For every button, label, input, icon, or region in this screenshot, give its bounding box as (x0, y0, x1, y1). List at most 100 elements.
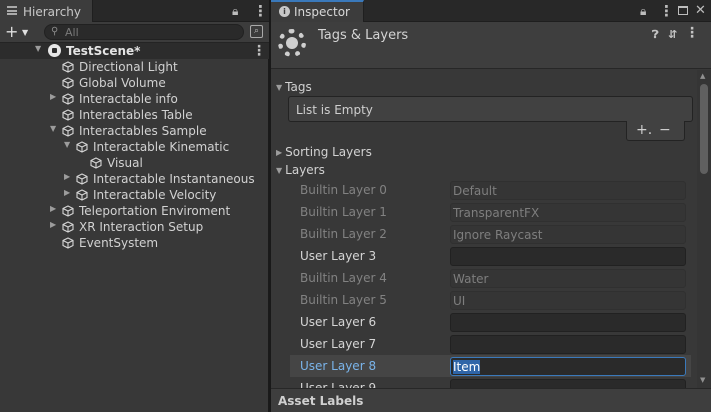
gameobject-cube-icon (62, 237, 74, 249)
layer-name-field[interactable] (450, 379, 686, 388)
gameobject-cube-icon (62, 221, 74, 233)
hierarchy-item-label: Interactable Instantaneous (93, 172, 255, 186)
hierarchy-item-label: Interactable Velocity (93, 188, 217, 202)
hierarchy-item[interactable]: Visual (0, 155, 269, 171)
scene-options-icon[interactable]: ⋮ (252, 43, 266, 59)
hierarchy-item[interactable]: ▼ Interactables Sample (0, 123, 269, 139)
tags-empty-text: List is Empty (296, 103, 373, 117)
layer-name-field[interactable] (450, 313, 686, 332)
hierarchy-item[interactable]: Interactables Table (0, 107, 269, 123)
scene-name: TestScene* (66, 44, 141, 58)
gameobject-cube-icon (76, 141, 88, 153)
layer-row: User Layer 7 (290, 333, 691, 355)
scene-row[interactable]: ▼ TestScene* ⋮ (0, 43, 269, 59)
tags-list-footer: +. − (626, 121, 685, 141)
layer-value: Water (453, 272, 489, 286)
fold-collapsed-icon[interactable]: ▶ (50, 220, 56, 229)
layer-name: User Layer 9 (300, 381, 377, 388)
layer-name-field: Ignore Raycast (450, 225, 686, 244)
hierarchy-item[interactable]: ▶ Interactable info (0, 91, 269, 107)
fold-collapsed-icon[interactable]: ▶ (64, 172, 70, 181)
fold-collapsed-icon[interactable]: ▶ (50, 204, 56, 213)
fold-expanded-icon[interactable]: ▼ (50, 124, 56, 133)
fold-expanded-icon[interactable]: ▼ (35, 44, 41, 53)
inspector-title: Tags & Layers (318, 28, 409, 43)
layer-name-field: Water (450, 269, 686, 288)
search-filter-icon[interactable]: ⌕ (250, 25, 263, 38)
tags-foldout[interactable]: ▼ Tags (276, 80, 312, 94)
more-options-icon[interactable]: ⋮ (659, 2, 674, 20)
scrollbar-thumb[interactable] (700, 84, 708, 174)
scroll-up-icon[interactable]: ▲ (700, 72, 705, 80)
hierarchy-item-label: Interactable Kinematic (93, 140, 230, 154)
layer-value: Default (453, 184, 497, 198)
hierarchy-tree: ▼ TestScene* ⋮ Directional Light Global V… (0, 43, 269, 251)
unity-scene-icon (48, 44, 61, 57)
layer-name-field[interactable] (450, 335, 686, 354)
hierarchy-item[interactable]: ▶ Interactable Instantaneous (0, 171, 269, 187)
asset-labels-label: Asset Labels (278, 394, 364, 408)
fold-collapsed-icon[interactable]: ▶ (64, 188, 70, 197)
hierarchy-item-label: Interactable info (79, 92, 178, 106)
close-icon[interactable]: ✕ (695, 3, 706, 18)
scroll-down-icon[interactable]: ▼ (700, 376, 705, 384)
layer-row: User Layer 3 (290, 245, 691, 267)
presets-icon[interactable]: ⇵ (668, 28, 677, 41)
maximize-icon[interactable] (678, 6, 688, 15)
hierarchy-tab[interactable]: Hierarchy (0, 0, 93, 22)
gameobject-cube-icon (62, 109, 74, 121)
gameobject-cube-icon (62, 77, 74, 89)
lock-icon[interactable]: 🔒︎ (640, 4, 646, 19)
asset-labels-bar[interactable]: Asset Labels (271, 388, 711, 412)
lock-icon[interactable]: 🔒︎ (232, 4, 238, 19)
sorting-layers-foldout[interactable]: ▶ Sorting Layers (276, 145, 372, 159)
layer-value: UI (453, 294, 466, 308)
layer-name: Builtin Layer 2 (300, 227, 387, 241)
fold-expanded-icon: ▼ (276, 83, 283, 92)
hierarchy-item-label: Interactables Sample (79, 124, 207, 138)
layers-foldout[interactable]: ▼ Layers (276, 163, 325, 177)
add-tag-button[interactable]: +. (636, 122, 652, 138)
hierarchy-item[interactable]: ▶ XR Interaction Setup (0, 219, 269, 235)
hierarchy-panel: Hierarchy 🔒︎ ⋮ + ▼ ⚲ All ⌕ ▼ TestScene* … (0, 0, 269, 412)
gameobject-cube-icon (62, 93, 74, 105)
fold-expanded-icon[interactable]: ▼ (64, 140, 70, 149)
hierarchy-item[interactable]: ▼ Interactable Kinematic (0, 139, 269, 155)
layer-name-field[interactable] (450, 247, 686, 266)
hierarchy-item[interactable]: ▶ Teleportation Enviroment (0, 203, 269, 219)
hierarchy-item[interactable]: EventSystem (0, 235, 269, 251)
hierarchy-item-label: Teleportation Enviroment (79, 204, 231, 218)
tags-label: Tags (285, 80, 312, 94)
layer-value: Ignore Raycast (453, 228, 543, 242)
layers-label: Layers (285, 163, 325, 177)
help-icon[interactable]: ❓︎ (652, 28, 659, 42)
layer-name: User Layer 8 (300, 359, 377, 373)
fold-expanded-icon: ▼ (276, 166, 283, 175)
fold-collapsed-icon[interactable]: ▶ (50, 92, 56, 101)
hierarchy-item-label: Global Volume (79, 76, 166, 90)
inspector-header: Tags & Layers ❓︎ ⇵ ⋮ (271, 22, 711, 69)
tags-list: List is Empty (288, 96, 693, 122)
hierarchy-item-label: Directional Light (79, 60, 178, 74)
layer-name-field[interactable]: Item (450, 357, 686, 376)
inspector-tab[interactable]: i Inspector (271, 0, 364, 22)
create-button[interactable]: + ▼ (5, 22, 33, 42)
layer-value: TransparentFX (453, 206, 540, 220)
hierarchy-item[interactable]: ▶ Interactable Velocity (0, 187, 269, 203)
hierarchy-item[interactable]: Directional Light (0, 59, 269, 75)
inspector-scrollbar[interactable]: ▲ ▼ (697, 70, 711, 388)
plus-icon: + (5, 22, 19, 41)
search-icon: ⚲ (51, 26, 59, 37)
remove-tag-button[interactable]: − (659, 122, 671, 138)
hierarchy-item-label: EventSystem (79, 236, 159, 250)
hierarchy-tab-bar: Hierarchy 🔒︎ ⋮ (0, 0, 269, 22)
more-options-icon[interactable]: ⋮ (253, 2, 268, 20)
gameobject-cube-icon (62, 61, 74, 73)
layer-row: Builtin Layer 0 Default (290, 179, 691, 201)
hierarchy-item[interactable]: Global Volume (0, 75, 269, 91)
hierarchy-search-input[interactable]: ⚲ All (44, 24, 244, 40)
gameobject-cube-icon (62, 205, 74, 217)
inspector-panel: i Inspector 🔒︎ ⋮ ✕ Tags & Layers ❓︎ ⇵ ⋮ … (271, 0, 711, 412)
component-menu-icon[interactable]: ⋮ (685, 25, 699, 41)
layer-row: Builtin Layer 2 Ignore Raycast (290, 223, 691, 245)
